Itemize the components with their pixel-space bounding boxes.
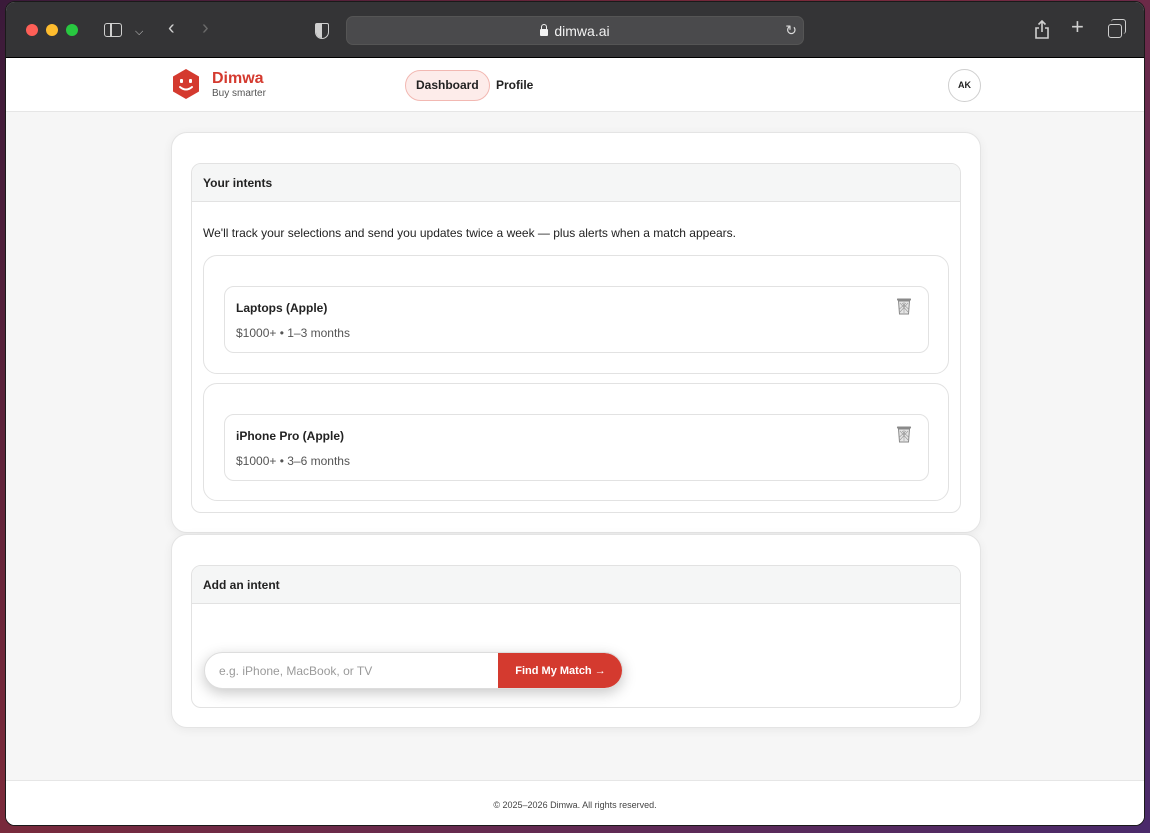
tabs-icon[interactable] [1108, 19, 1126, 38]
intents-card: Your intents We'll track your selections… [171, 132, 981, 533]
url-text: dimwa.ai [554, 23, 610, 39]
trash-icon[interactable] [896, 297, 912, 315]
intent-search-bar: Find My Match → [204, 652, 623, 689]
intents-panel-title: Your intents [192, 164, 960, 202]
minimize-window-button[interactable] [46, 24, 58, 36]
reload-icon[interactable]: ↻ [785, 22, 797, 39]
plus-icon[interactable]: + [1071, 16, 1084, 38]
add-intent-title: Add an intent [192, 566, 960, 604]
back-icon[interactable]: ‹ [168, 18, 175, 38]
sidebar-icon[interactable] [104, 23, 122, 37]
browser-window: ⌵ ‹ › dimwa.ai ↻ + Dimwa Buy smarter Das… [5, 1, 1145, 826]
intent-card: iPhone Pro (Apple) $1000+ • 3–6 months [203, 383, 949, 501]
forward-icon[interactable]: › [202, 18, 209, 38]
avatar[interactable]: AK [948, 69, 981, 102]
nav-profile[interactable]: Profile [496, 70, 533, 101]
intents-description: We'll track your selections and send you… [203, 226, 737, 240]
intent-meta: $1000+ • 1–3 months [236, 326, 350, 340]
brand-name[interactable]: Dimwa [212, 70, 264, 88]
web-page: Dimwa Buy smarter Dashboard Profile AK Y… [6, 58, 1144, 825]
browser-toolbar: ⌵ ‹ › dimwa.ai ↻ + [6, 2, 1144, 58]
intents-panel: Your intents We'll track your selections… [191, 163, 961, 513]
zoom-window-button[interactable] [66, 24, 78, 36]
intent-search-input[interactable] [205, 653, 498, 688]
close-window-button[interactable] [26, 24, 38, 36]
intent-meta: $1000+ • 3–6 months [236, 454, 350, 468]
lock-icon [540, 24, 549, 36]
trash-icon[interactable] [896, 425, 912, 443]
brand-tagline: Buy smarter [212, 88, 266, 99]
add-intent-panel: Add an intent Find My Match → [191, 565, 961, 708]
intent-card: Laptops (Apple) $1000+ • 1–3 months [203, 255, 949, 374]
nav-dashboard[interactable]: Dashboard [405, 70, 490, 101]
shield-icon[interactable] [315, 23, 329, 39]
list-item[interactable]: iPhone Pro (Apple) $1000+ • 3–6 months [224, 414, 929, 481]
list-item[interactable]: Laptops (Apple) $1000+ • 1–3 months [224, 286, 929, 353]
intent-title: iPhone Pro (Apple) [236, 429, 344, 443]
address-bar[interactable]: dimwa.ai ↻ [346, 16, 804, 45]
find-my-match-button[interactable]: Find My Match → [498, 653, 622, 688]
site-header: Dimwa Buy smarter Dashboard Profile AK [6, 58, 1144, 112]
add-intent-card: Add an intent Find My Match → [171, 534, 981, 728]
share-icon[interactable] [1034, 19, 1050, 46]
site-footer: © 2025–2026 Dimwa. All rights reserved. [6, 780, 1144, 825]
intent-title: Laptops (Apple) [236, 301, 328, 315]
logo-icon[interactable] [171, 68, 201, 100]
url-display: dimwa.ai [347, 23, 803, 39]
chevron-down-icon[interactable]: ⌵ [135, 22, 143, 42]
